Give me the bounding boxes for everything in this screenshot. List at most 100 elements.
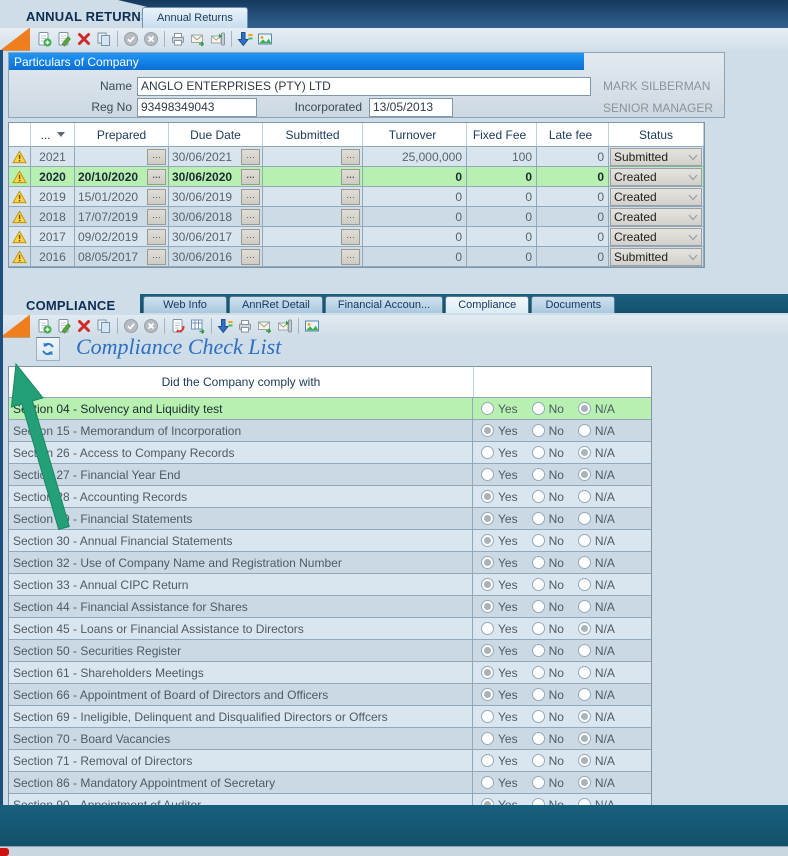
mail-forward-icon[interactable] xyxy=(275,317,295,336)
delete-record-icon[interactable] xyxy=(74,30,94,49)
status-dropdown[interactable]: Created xyxy=(610,168,702,186)
radio-option-no[interactable]: No xyxy=(532,622,564,636)
radio-option-na[interactable]: N/A xyxy=(578,578,615,592)
picture-icon[interactable] xyxy=(255,30,275,49)
print-icon[interactable] xyxy=(168,30,188,49)
radio-option-yes[interactable]: Yes xyxy=(481,490,518,504)
compliance-row[interactable]: Section 27 - Financial Year EndYesNoN/A xyxy=(9,464,651,486)
radio-option-no[interactable]: No xyxy=(532,710,564,724)
ellipsis-button[interactable]: … xyxy=(341,169,360,185)
ellipsis-button[interactable]: … xyxy=(241,229,260,245)
status-cell[interactable]: Submitted xyxy=(609,147,704,167)
due-date-cell[interactable]: 30/06/2016… xyxy=(169,247,263,267)
ellipsis-button[interactable]: … xyxy=(341,189,360,205)
compliance-row[interactable]: Section 04 - Solvency and Liquidity test… xyxy=(9,398,651,420)
cancel-icon[interactable] xyxy=(141,317,161,336)
radio-option-no[interactable]: No xyxy=(532,446,564,460)
annual-return-row-2021[interactable]: 2021…30/06/2021……25,000,0001000Submitted xyxy=(9,147,704,167)
radio-option-no[interactable]: No xyxy=(532,754,564,768)
status-cell[interactable]: Created xyxy=(609,167,704,187)
incorporated-field[interactable]: 13/05/2013 xyxy=(369,98,453,117)
company-name-field[interactable]: ANGLO ENTERPRISES (PTY) LTD xyxy=(137,77,591,96)
status-dropdown[interactable]: Created xyxy=(610,228,702,246)
radio-option-na[interactable]: N/A xyxy=(578,402,615,416)
status-dropdown[interactable]: Created xyxy=(610,188,702,206)
refresh-button[interactable] xyxy=(36,337,60,361)
compliance-row[interactable]: Section 50 - Securities RegisterYesNoN/A xyxy=(9,640,651,662)
radio-option-no[interactable]: No xyxy=(532,490,564,504)
radio-option-no[interactable]: No xyxy=(532,666,564,680)
submitted-cell[interactable]: … xyxy=(263,247,363,267)
radio-option-yes[interactable]: Yes xyxy=(481,468,518,482)
radio-option-yes[interactable]: Yes xyxy=(481,578,518,592)
ellipsis-button[interactable]: … xyxy=(241,169,260,185)
annual-return-row-2016[interactable]: 201608/05/2017…30/06/2016……000Submitted xyxy=(9,247,704,267)
ellipsis-button[interactable]: … xyxy=(341,229,360,245)
column-header-...[interactable]: ... xyxy=(31,123,75,147)
print-icon[interactable] xyxy=(235,317,255,336)
ellipsis-button[interactable]: … xyxy=(147,229,166,245)
copy-record-icon[interactable] xyxy=(94,317,114,336)
submitted-cell[interactable]: … xyxy=(263,147,363,167)
radio-option-na[interactable]: N/A xyxy=(578,446,615,460)
due-date-cell[interactable]: 30/06/2021… xyxy=(169,147,263,167)
annual-return-row-2018[interactable]: 201817/07/2019…30/06/2018……000Created xyxy=(9,207,704,227)
status-cell[interactable]: Submitted xyxy=(609,247,704,267)
edit-record-icon[interactable] xyxy=(54,30,74,49)
ellipsis-button[interactable]: … xyxy=(341,249,360,265)
compliance-row[interactable]: Section 33 - Annual CIPC ReturnYesNoN/A xyxy=(9,574,651,596)
tab-annual-returns[interactable]: Annual Returns xyxy=(142,7,248,28)
radio-option-no[interactable]: No xyxy=(532,776,564,790)
ellipsis-button[interactable]: … xyxy=(147,189,166,205)
import-data-icon[interactable] xyxy=(168,317,188,336)
ellipsis-button[interactable]: … xyxy=(241,189,260,205)
compliance-row[interactable]: Section 28 - Accounting RecordsYesNoN/A xyxy=(9,486,651,508)
ellipsis-button[interactable]: … xyxy=(147,249,166,265)
radio-option-na[interactable]: N/A xyxy=(578,666,615,680)
compliance-row[interactable]: Section 70 - Board VacanciesYesNoN/A xyxy=(9,728,651,750)
radio-option-no[interactable]: No xyxy=(532,644,564,658)
radio-option-yes[interactable]: Yes xyxy=(481,424,518,438)
accept-icon[interactable] xyxy=(121,30,141,49)
status-cell[interactable]: Created xyxy=(609,227,704,247)
cancel-icon[interactable] xyxy=(141,30,161,49)
ellipsis-button[interactable]: … xyxy=(147,149,166,165)
regno-field[interactable]: 93498349043 xyxy=(137,98,257,117)
compliance-row[interactable]: Section 15 - Memorandum of Incorporation… xyxy=(9,420,651,442)
radio-option-na[interactable]: N/A xyxy=(578,644,615,658)
column-header-Submitted[interactable]: Submitted xyxy=(263,123,363,147)
mail-forward-icon[interactable] xyxy=(208,30,228,49)
radio-option-na[interactable]: N/A xyxy=(578,556,615,570)
radio-option-no[interactable]: No xyxy=(532,534,564,548)
tab-annret-detail[interactable]: AnnRet Detail xyxy=(229,296,323,313)
delete-record-icon[interactable] xyxy=(74,317,94,336)
radio-option-na[interactable]: N/A xyxy=(578,710,615,724)
submitted-cell[interactable]: … xyxy=(263,187,363,207)
radio-option-no[interactable]: No xyxy=(532,512,564,526)
due-date-cell[interactable]: 30/06/2017… xyxy=(169,227,263,247)
radio-option-na[interactable]: N/A xyxy=(578,490,615,504)
radio-option-yes[interactable]: Yes xyxy=(481,754,518,768)
radio-option-yes[interactable]: Yes xyxy=(481,446,518,460)
radio-option-no[interactable]: No xyxy=(532,688,564,702)
radio-option-yes[interactable]: Yes xyxy=(481,402,518,416)
compliance-row[interactable]: Section 61 - Shareholders MeetingsYesNoN… xyxy=(9,662,651,684)
radio-option-yes[interactable]: Yes xyxy=(481,644,518,658)
column-header-Turnover[interactable]: Turnover xyxy=(363,123,467,147)
due-date-cell[interactable]: 30/06/2020… xyxy=(169,167,263,187)
column-header-icon[interactable] xyxy=(9,123,31,147)
radio-option-yes[interactable]: Yes xyxy=(481,556,518,570)
ellipsis-button[interactable]: … xyxy=(241,249,260,265)
due-date-cell[interactable]: 30/06/2019… xyxy=(169,187,263,207)
radio-option-no[interactable]: No xyxy=(532,402,564,416)
compliance-row[interactable]: Section 86 - Mandatory Appointment of Se… xyxy=(9,772,651,794)
picture-icon[interactable] xyxy=(302,317,322,336)
annual-return-row-2020[interactable]: 202020/10/2020…30/06/2020……000Created xyxy=(9,167,704,187)
status-dropdown[interactable]: Submitted xyxy=(610,248,702,266)
copy-record-icon[interactable] xyxy=(94,30,114,49)
radio-option-na[interactable]: N/A xyxy=(578,512,615,526)
ellipsis-button[interactable]: … xyxy=(341,209,360,225)
compliance-row[interactable]: Section 26 - Access to Company RecordsYe… xyxy=(9,442,651,464)
column-header-Late fee[interactable]: Late fee xyxy=(537,123,609,147)
sort-columns-icon[interactable] xyxy=(215,317,235,336)
